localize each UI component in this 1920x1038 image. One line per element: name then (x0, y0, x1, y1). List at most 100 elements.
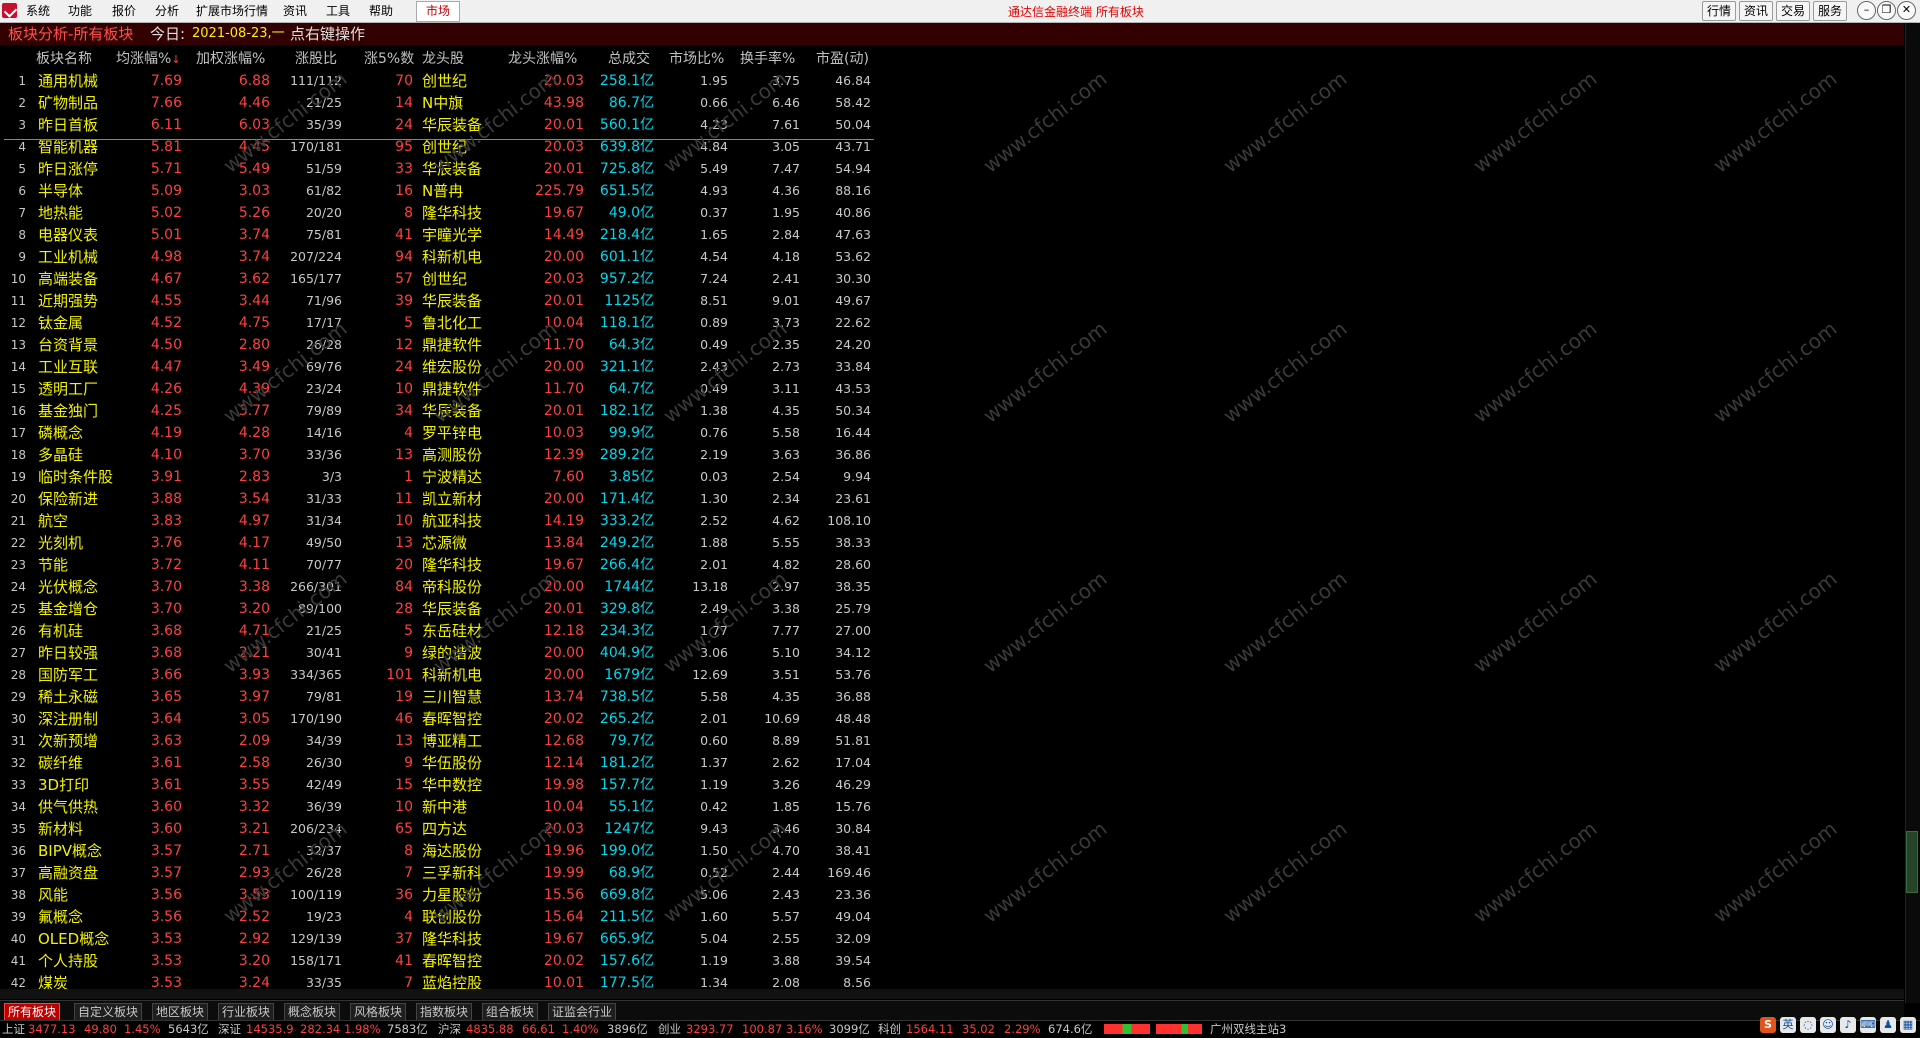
close-icon[interactable]: ✕ (1897, 1, 1916, 20)
up-ratio: 20/20 (305, 205, 342, 220)
pe-ratio: 108.10 (827, 513, 871, 528)
col-header-market-share[interactable]: 市场比% (669, 48, 724, 70)
tab-style-sectors[interactable]: 风格板块 (350, 1003, 407, 1021)
col-header-leader-change[interactable]: 龙头涨幅% (508, 48, 577, 70)
table-row[interactable]: 31 次新预增 3.63 2.09 34/39 13 博亚精工 12.68 79.7亿 0.60 8… (0, 730, 880, 752)
table-row[interactable]: 39 氟概念 3.56 2.52 19/23 4 联创股份 15.64 211.5亿 1.60 5.… (0, 906, 880, 928)
table-row[interactable]: 38 风能 3.56 3.53 100/119 36 力星股份 15.56 669.8亿 5.06… (0, 884, 880, 906)
table-row[interactable]: 14 工业互联 4.47 3.49 69/76 24 维宏股份 20.00 321.1亿 2.43… (0, 356, 880, 378)
menu-quote[interactable]: 报价 (112, 3, 136, 19)
leader-stock: 鲁北化工 (422, 314, 483, 332)
minimize-icon[interactable]: – (1857, 1, 1876, 20)
tab-concept-sectors[interactable]: 概念板块 (284, 1003, 341, 1021)
table-row[interactable]: 3 昨日首板 6.11 6.03 35/39 24 华辰装备 20.01 560.1亿 4.23 7… (0, 114, 880, 136)
menu-ext-market[interactable]: 扩展市场行情 (196, 3, 268, 19)
table-row[interactable]: 27 昨日较强 3.68 2.21 30/41 9 绿的谐波 20.00 404.9亿 3.06 5… (0, 642, 880, 664)
menu-analysis[interactable]: 分析 (155, 3, 179, 19)
table-row[interactable]: 6 半导体 5.09 3.03 61/82 16 N普冉 225.79 651.5亿 4.93 4.… (0, 180, 880, 202)
table-row[interactable]: 1 通用机械 7.69 6.88 111/112 70 创世纪 20.03 258.1亿 1.95… (0, 70, 880, 92)
col-header-leader[interactable]: 龙头股 (422, 48, 464, 70)
quote-button[interactable]: 行情 (1702, 1, 1737, 21)
vertical-scrollbar[interactable] (1905, 23, 1920, 1003)
tab-portfolio-sectors[interactable]: 组合板块 (482, 1003, 539, 1021)
service-button[interactable]: 服务 (1813, 1, 1848, 21)
col-header-turnover-rate[interactable]: 换手率% (740, 48, 795, 70)
index-name-cy[interactable]: 创业 (658, 1021, 681, 1038)
tab-industry-sectors[interactable]: 行业板块 (218, 1003, 275, 1021)
app-logo-icon[interactable] (2, 3, 17, 18)
table-row[interactable]: 32 碳纤维 3.61 2.58 26/30 9 华伍股份 12.14 181.2亿 1.37 2.… (0, 752, 880, 774)
table-row[interactable]: 22 光刻机 3.76 4.17 49/50 13 芯源微 13.84 249.2亿 1.88 5.… (0, 532, 880, 554)
tab-region-sectors[interactable]: 地区板块 (152, 1003, 209, 1021)
table-row[interactable]: 41 个人持股 3.53 3.20 158/171 41 春晖智控 20.02 157.6亿 1.… (0, 950, 880, 972)
table-row[interactable]: 21 航空 3.83 4.97 31/34 10 航亚科技 14.19 333.2亿 2.52 4.… (0, 510, 880, 532)
horizontal-scrollbar[interactable] (0, 989, 1904, 999)
tab-index-sectors[interactable]: 指数板块 (416, 1003, 473, 1021)
table-row[interactable]: 26 有机硅 3.68 4.71 21/25 5 东岳硅材 12.18 234.3亿 1.77 7.… (0, 620, 880, 642)
col-header-weighted-change[interactable]: 加权涨幅% (196, 48, 265, 70)
menu-function[interactable]: 功能 (68, 3, 92, 19)
ime-lang-toggle[interactable]: 英 (1780, 1017, 1796, 1033)
pe-ratio: 34.12 (835, 645, 871, 660)
table-row[interactable]: 25 基金增仓 3.70 3.20 89/100 28 华辰装备 20.01 329.8亿 2.4… (0, 598, 880, 620)
table-row[interactable]: 12 钛金属 4.52 4.75 17/17 5 鲁北化工 10.04 118.1亿 0.89 3.… (0, 312, 880, 334)
table-row[interactable]: 17 磷概念 4.19 4.28 14/16 4 罗平锌电 10.03 99.9亿 0.76 5.5… (0, 422, 880, 444)
table-row[interactable]: 11 近期强势 4.55 3.44 71/96 39 华辰装备 20.01 1125亿 8.51 9… (0, 290, 880, 312)
pe-ratio: 38.35 (835, 579, 871, 594)
menu-news[interactable]: 资讯 (283, 3, 307, 19)
col-header-up5-count[interactable]: 涨5%数 (364, 48, 414, 70)
toolbox-icon[interactable]: ▦ (1900, 1017, 1916, 1033)
punctuation-icon[interactable]: ◌ (1800, 1017, 1816, 1033)
table-row[interactable]: 37 高融资盘 3.57 2.93 26/28 7 三孚新科 19.99 68.9亿 0.52 2.… (0, 862, 880, 884)
scrollbar-thumb[interactable] (1906, 831, 1918, 893)
tab-csrc-industry[interactable]: 证监会行业 (548, 1003, 617, 1021)
table-row[interactable]: 18 多晶硅 4.10 3.70 33/36 13 高测股份 12.39 289.2亿 2.19 3… (0, 444, 880, 466)
microphone-icon[interactable]: ♪ (1840, 1017, 1856, 1033)
table-row[interactable]: 20 保险新进 3.88 3.54 31/33 11 凯立新材 20.00 171.4亿 1.30… (0, 488, 880, 510)
trade-button[interactable]: 交易 (1776, 1, 1811, 21)
table-row[interactable]: 10 高端装备 4.67 3.62 165/177 57 创世纪 20.03 957.2亿 7.2… (0, 268, 880, 290)
emoji-icon[interactable]: ☺ (1820, 1017, 1836, 1033)
keyboard-icon[interactable]: ⌨ (1860, 1017, 1876, 1033)
restore-icon[interactable]: ❐ (1877, 1, 1896, 20)
index-name-sh[interactable]: 上证 (2, 1021, 25, 1038)
table-row[interactable]: 28 国防军工 3.66 3.93 334/365 101 科新机电 20.00 1679亿 12… (0, 664, 880, 686)
table-row[interactable]: 36 BIPV概念 3.57 2.71 32/37 8 海达股份 19.96 199.0亿 1.5… (0, 840, 880, 862)
sogou-ime-icon[interactable]: S (1760, 1017, 1776, 1033)
table-row[interactable]: 8 电器仪表 5.01 3.74 75/81 41 宇瞳光学 14.49 218.4亿 1.65 2… (0, 224, 880, 246)
menu-system[interactable]: 系统 (26, 3, 50, 19)
user-icon[interactable]: ♟ (1880, 1017, 1896, 1033)
col-header-sector[interactable]: 板块名称 (36, 48, 92, 70)
table-row[interactable]: 9 工业机械 4.98 3.74 207/224 94 科新机电 20.00 601.1亿 4.5… (0, 246, 880, 268)
tab-all-sectors[interactable]: 所有板块 (4, 1003, 61, 1021)
col-header-avg-change[interactable]: 均涨幅%↓ (116, 48, 181, 71)
table-row[interactable]: 16 基金独门 4.25 3.77 79/89 34 华辰装备 20.01 182.1亿 1.38… (0, 400, 880, 422)
server-status[interactable]: 广州双线主站3 (1210, 1021, 1286, 1038)
table-row[interactable]: 2 矿物制品 7.66 4.46 21/25 14 N中旗 43.98 86.7亿 0.66 6.4… (0, 92, 880, 114)
col-header-turnover[interactable]: 总成交 (608, 48, 650, 70)
table-row[interactable]: 30 深注册制 3.64 3.05 170/190 46 春晖智控 20.02 265.2亿 2.… (0, 708, 880, 730)
leader-stock: 博亚精工 (422, 732, 483, 750)
menu-tools[interactable]: 工具 (326, 3, 350, 19)
table-row[interactable]: 33 3D打印 3.61 3.55 42/49 15 华中数控 19.98 157.7亿 1.19… (0, 774, 880, 796)
index-name-hs[interactable]: 沪深 (438, 1021, 461, 1038)
table-row[interactable]: 29 稀土永磁 3.65 3.97 79/81 19 三川智慧 13.74 738.5亿 5.58… (0, 686, 880, 708)
news-button[interactable]: 资讯 (1739, 1, 1774, 21)
table-row[interactable]: 23 节能 3.72 4.11 70/77 20 隆华科技 19.67 266.4亿 2.01 4.… (0, 554, 880, 576)
market-tab[interactable]: 市场 (416, 1, 460, 22)
tab-custom-sectors[interactable]: 自定义板块 (74, 1003, 143, 1021)
table-row[interactable]: 35 新材料 3.60 3.21 206/234 65 四方达 20.03 1247亿 9.43 3… (0, 818, 880, 840)
col-header-up-ratio[interactable]: 涨股比 (295, 48, 337, 70)
col-header-pe[interactable]: 市盈(动) (816, 48, 869, 70)
index-name-kc[interactable]: 科创 (878, 1021, 901, 1038)
table-row[interactable]: 5 昨日涨停 5.71 5.49 51/59 33 华辰装备 20.01 725.8亿 5.49 7… (0, 158, 880, 180)
table-row[interactable]: 7 地热能 5.02 5.26 20/20 8 隆华科技 19.67 49.0亿 0.37 1.95… (0, 202, 880, 224)
table-row[interactable]: 34 供气供热 3.60 3.32 36/39 10 新中港 10.04 55.1亿 0.42 1.… (0, 796, 880, 818)
table-row[interactable]: 15 透明工厂 4.26 4.39 23/24 10 鼎捷软件 11.70 64.7亿 0.49 3… (0, 378, 880, 400)
table-row[interactable]: 19 临时条件股 3.91 2.83 3/3 1 宁波精达 7.60 3.85亿 0.03 2.54… (0, 466, 880, 488)
index-name-sz[interactable]: 深证 (218, 1021, 241, 1038)
table-row[interactable]: 13 台资背景 4.50 2.80 26/28 12 鼎捷软件 11.70 64.3亿 0.49 2… (0, 334, 880, 356)
table-row[interactable]: 40 OLED概念 3.53 2.92 129/139 37 隆华科技 19.67 665.9亿… (0, 928, 880, 950)
menu-help[interactable]: 帮助 (369, 3, 393, 19)
table-row[interactable]: 24 光伏概念 3.70 3.38 266/301 84 帝科股份 20.00 1744亿 13.… (0, 576, 880, 598)
